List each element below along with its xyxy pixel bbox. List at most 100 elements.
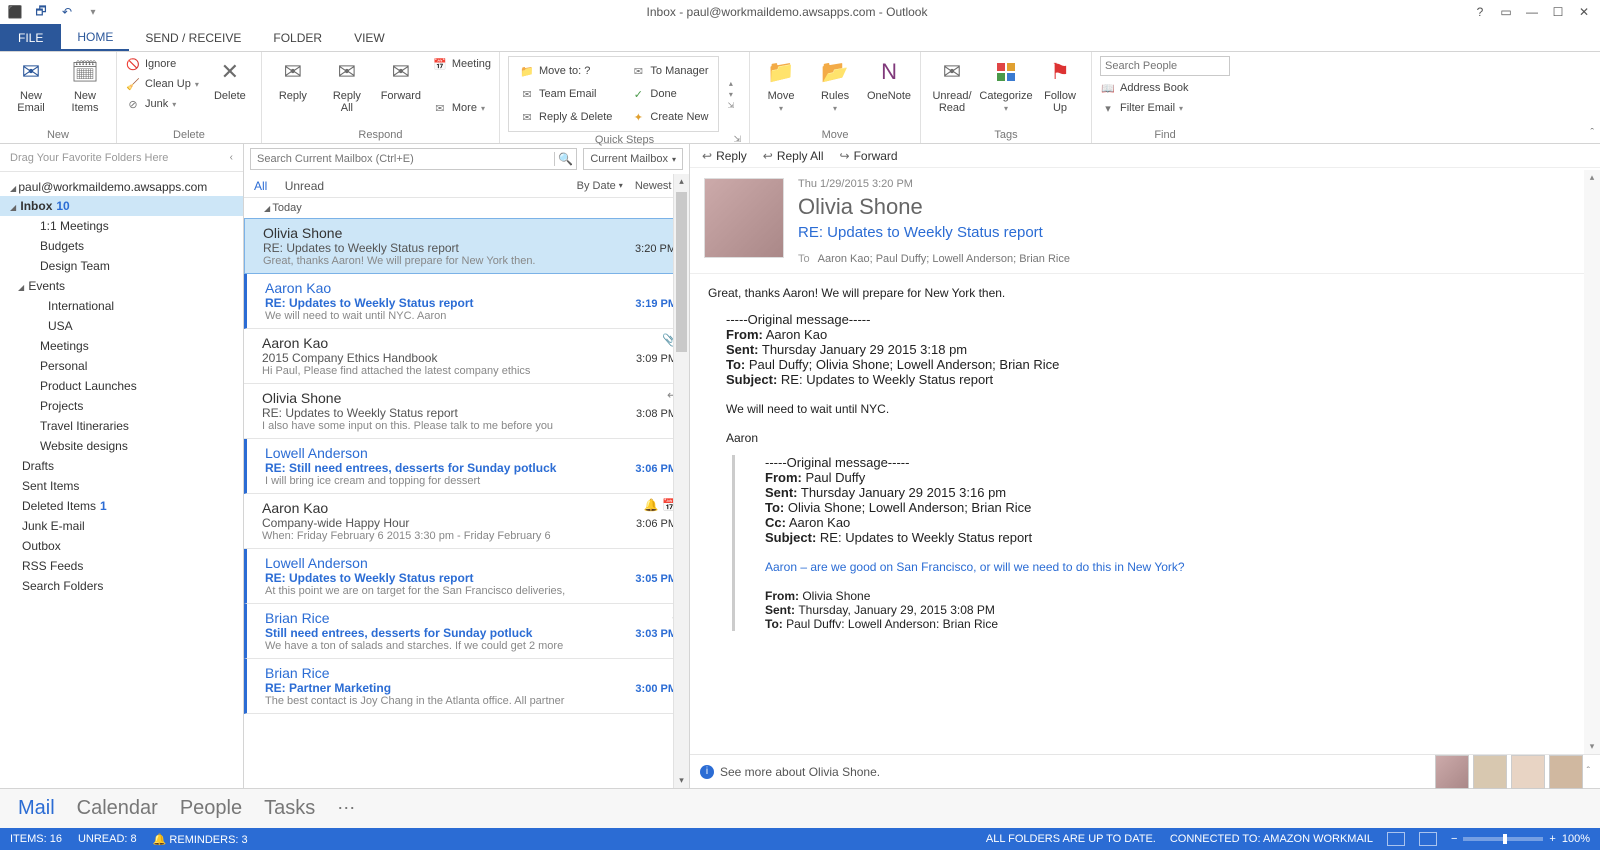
people-expand-icon[interactable]: ˆ [1587, 766, 1590, 777]
status-reminders[interactable]: 🔔 REMINDERS: 3 [153, 833, 248, 846]
folder-personal[interactable]: Personal [0, 356, 243, 376]
new-email-button[interactable]: ✉New Email [8, 56, 54, 114]
filter-unread[interactable]: Unread [285, 179, 324, 193]
qs-launcher-icon[interactable]: ⇲ [727, 101, 734, 110]
folder-outbox[interactable]: Outbox [0, 536, 243, 556]
qs-down-icon[interactable]: ▾ [727, 90, 734, 99]
onenote-button[interactable]: NOneNote [866, 56, 912, 102]
close-icon[interactable]: ✕ [1576, 4, 1592, 20]
folder-1-1-meetings[interactable]: 1:1 Meetings [0, 216, 243, 236]
tab-file[interactable]: FILE [0, 24, 61, 51]
zoom-slider[interactable] [1463, 837, 1543, 841]
rules-button[interactable]: 📂Rules▾ [812, 56, 858, 114]
search-icon[interactable]: 🔍 [554, 152, 576, 166]
scroll-down-icon[interactable]: ▾ [674, 775, 689, 786]
folder-drafts[interactable]: Drafts [0, 456, 243, 476]
module-more-icon[interactable]: ⋯ [337, 798, 357, 819]
rp-scroll-down-icon[interactable]: ▾ [1584, 741, 1600, 752]
rp-reply-button[interactable]: ↩Reply [702, 149, 747, 163]
qs-done[interactable]: ✓Done [630, 84, 708, 104]
search-mailbox-input[interactable] [251, 153, 554, 165]
folder-product-launches[interactable]: Product Launches [0, 376, 243, 396]
message-item[interactable]: 🔔 📅Aaron KaoCompany-wide Happy HourWhen:… [244, 494, 689, 549]
folder-projects[interactable]: Projects [0, 396, 243, 416]
meeting-button[interactable]: 📅Meeting [432, 56, 491, 72]
folder-sent[interactable]: Sent Items [0, 476, 243, 496]
qs-up-icon[interactable]: ▴ [727, 79, 734, 88]
tab-folder[interactable]: FOLDER [257, 24, 338, 51]
view-normal-icon[interactable] [1387, 832, 1405, 846]
search-mailbox-box[interactable]: 🔍 [250, 148, 577, 170]
scroll-thumb[interactable] [676, 192, 687, 352]
people-thumb-4[interactable] [1549, 755, 1583, 789]
tab-send-receive[interactable]: SEND / RECEIVE [129, 24, 257, 51]
account-node[interactable]: paul@workmaildemo.awsapps.com [0, 178, 243, 196]
folder-usa[interactable]: USA [0, 316, 243, 336]
maximize-icon[interactable]: ☐ [1550, 4, 1566, 20]
zoom-in-icon[interactable]: + [1549, 833, 1555, 845]
zoom-control[interactable]: − + 100% [1451, 833, 1590, 845]
scroll-up-icon[interactable]: ▴ [674, 176, 689, 187]
message-item[interactable]: Olivia ShoneRE: Updates to Weekly Status… [244, 218, 689, 274]
reply-button[interactable]: ✉Reply [270, 56, 316, 102]
categorize-button[interactable]: Categorize▾ [983, 56, 1029, 114]
delete-button[interactable]: ✕Delete [207, 56, 253, 102]
tab-view[interactable]: VIEW [338, 24, 401, 51]
qat-sendreceive-icon[interactable]: 🗗 [32, 3, 50, 21]
qat-more-icon[interactable]: ▾ [84, 3, 102, 21]
folder-international[interactable]: International [0, 296, 243, 316]
message-list-scrollbar[interactable]: ▴ ▾ [673, 174, 689, 788]
message-item[interactable]: Aaron KaoRE: Updates to Weekly Status re… [244, 274, 689, 329]
message-item[interactable]: Brian RiceRE: Partner MarketingThe best … [244, 659, 689, 714]
message-item[interactable]: 📎Aaron Kao2015 Company Ethics HandbookHi… [244, 329, 689, 384]
folder-rss[interactable]: RSS Feeds [0, 556, 243, 576]
module-calendar[interactable]: Calendar [77, 797, 158, 820]
unread-read-button[interactable]: ✉Unread/ Read [929, 56, 975, 114]
message-item[interactable]: ↓Brian RiceStill need entrees, desserts … [244, 604, 689, 659]
followup-button[interactable]: ⚑Follow Up [1037, 56, 1083, 114]
minimize-icon[interactable]: — [1524, 4, 1540, 20]
rp-reply-all-button[interactable]: ↩Reply All [763, 149, 824, 163]
message-item[interactable]: ↩Olivia ShoneRE: Updates to Weekly Statu… [244, 384, 689, 439]
group-today[interactable]: Today [244, 198, 689, 218]
search-people-input[interactable] [1100, 56, 1230, 76]
people-thumb-1[interactable] [1435, 755, 1469, 789]
zoom-out-icon[interactable]: − [1451, 833, 1457, 845]
folder-inbox[interactable]: Inbox10 [0, 196, 243, 216]
people-pane-info[interactable]: iSee more about Olivia Shone. [700, 765, 880, 779]
more-respond-button[interactable]: ✉More▾ [432, 100, 491, 116]
filter-all[interactable]: All [254, 179, 267, 193]
forward-button[interactable]: ✉Forward [378, 56, 424, 102]
folder-meetings[interactable]: Meetings [0, 336, 243, 356]
help-icon[interactable]: ? [1472, 4, 1488, 20]
ignore-button[interactable]: 🚫Ignore [125, 56, 199, 72]
qs-to-manager[interactable]: ✉To Manager [630, 61, 708, 81]
filter-email-button[interactable]: ▾Filter Email▾ [1100, 100, 1230, 116]
rp-forward-button[interactable]: ↪Forward [840, 149, 898, 163]
address-book-button[interactable]: 📖Address Book [1100, 80, 1230, 96]
folder-design-team[interactable]: Design Team [0, 256, 243, 276]
qs-team-email[interactable]: ✉Team Email [519, 84, 612, 104]
folder-budgets[interactable]: Budgets [0, 236, 243, 256]
rp-scroll-up-icon[interactable]: ▴ [1584, 172, 1600, 183]
folder-travel-itineraries[interactable]: Travel Itineraries [0, 416, 243, 436]
reply-all-button[interactable]: ✉Reply All [324, 56, 370, 114]
folder-deleted[interactable]: Deleted Items1 [0, 496, 243, 516]
people-thumb-2[interactable] [1473, 755, 1507, 789]
cleanup-button[interactable]: 🧹Clean Up▾ [125, 76, 199, 92]
favorites-drop-zone[interactable]: Drag Your Favorite Folders Here‹ [0, 144, 243, 172]
junk-button[interactable]: ⊘Junk▾ [125, 96, 199, 112]
folder-junk[interactable]: Junk E-mail [0, 516, 243, 536]
module-mail[interactable]: Mail [18, 797, 55, 820]
module-tasks[interactable]: Tasks [264, 797, 315, 820]
ribbon-collapse-icon[interactable]: ˆ [1590, 127, 1594, 139]
folder-search[interactable]: Search Folders [0, 576, 243, 596]
ribbon-display-icon[interactable]: ▭ [1498, 4, 1514, 20]
qat-undo-icon[interactable]: ↶ [58, 3, 76, 21]
qs-create-new[interactable]: ✦Create New [630, 107, 708, 127]
sort-bydate[interactable]: By Date▾ [577, 180, 623, 192]
view-reading-icon[interactable] [1419, 832, 1437, 846]
zoom-level[interactable]: 100% [1562, 833, 1590, 845]
tab-home[interactable]: HOME [61, 24, 129, 51]
move-button[interactable]: 📁Move▾ [758, 56, 804, 114]
